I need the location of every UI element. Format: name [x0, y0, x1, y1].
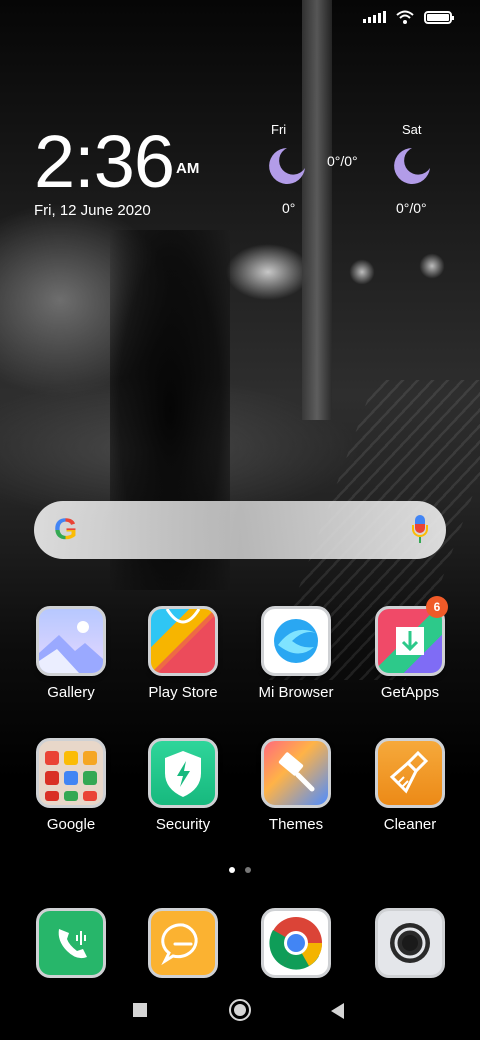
play-store-icon: [148, 606, 218, 676]
app-google-folder[interactable]: Google: [21, 738, 121, 833]
app-label: Gallery: [47, 684, 95, 701]
gallery-icon: [36, 606, 106, 676]
weather-day-label: Fri: [271, 122, 287, 137]
dock-phone[interactable]: [21, 908, 121, 978]
app-mi-browser[interactable]: Mi Browser: [246, 606, 346, 701]
home-icon[interactable]: [229, 999, 251, 1021]
wifi-icon: [396, 10, 414, 24]
clock-widget[interactable]: 2:36 AM Fri, 12 June 2020: [34, 120, 199, 220]
app-themes[interactable]: Themes: [246, 738, 346, 833]
app-label: Cleaner: [383, 816, 437, 833]
weather-day-label: Sat: [402, 122, 422, 137]
google-logo-icon: G: [54, 513, 78, 546]
app-cleaner[interactable]: Cleaner: [360, 738, 460, 833]
moon-icon: [267, 146, 307, 189]
navigation-bar: [0, 998, 480, 1026]
weather-temp-range: 0°/0°: [327, 153, 358, 169]
signal-icon: [363, 11, 386, 23]
camera-icon: [375, 908, 445, 978]
app-label: Themes: [268, 816, 324, 833]
dock-messages[interactable]: [133, 908, 233, 978]
page-dot[interactable]: [245, 867, 251, 873]
security-icon: [148, 738, 218, 808]
chrome-icon: [261, 908, 331, 978]
dock-camera[interactable]: [360, 908, 460, 978]
clock-time: 2:36: [34, 120, 175, 203]
dock-chrome[interactable]: [246, 908, 346, 978]
weather-temp: 0°: [282, 200, 296, 216]
app-getapps[interactable]: 6 GetApps: [360, 596, 460, 701]
page-dot-active[interactable]: [229, 867, 235, 873]
google-search-bar[interactable]: G: [34, 501, 446, 559]
app-gallery[interactable]: Gallery: [21, 606, 121, 701]
cleaner-icon: [375, 738, 445, 808]
recents-icon[interactable]: [133, 1003, 147, 1017]
themes-icon: [261, 738, 331, 808]
battery-icon: [424, 10, 454, 24]
app-security[interactable]: Security: [133, 738, 233, 833]
phone-icon: [36, 908, 106, 978]
back-icon[interactable]: [331, 1003, 344, 1019]
moon-icon: [392, 146, 432, 189]
app-label: Play Store: [148, 684, 218, 701]
notification-badge: 6: [426, 596, 448, 618]
page-indicator: [0, 867, 480, 873]
app-label: Google: [46, 816, 96, 833]
google-folder-icon: [36, 738, 106, 808]
status-bar: [363, 10, 454, 24]
clock-date: Fri, 12 June 2020: [34, 202, 151, 219]
app-label: Mi Browser: [258, 684, 334, 701]
weather-temp-range: 0°/0°: [396, 200, 427, 216]
mi-browser-icon: [261, 606, 331, 676]
app-label: GetApps: [380, 684, 440, 701]
wallpaper-tree: [302, 0, 332, 420]
app-label: Security: [155, 816, 211, 833]
clock-ampm: AM: [176, 160, 200, 177]
messages-icon: [148, 908, 218, 978]
app-play-store[interactable]: Play Store: [133, 606, 233, 701]
mic-icon[interactable]: [412, 515, 428, 545]
